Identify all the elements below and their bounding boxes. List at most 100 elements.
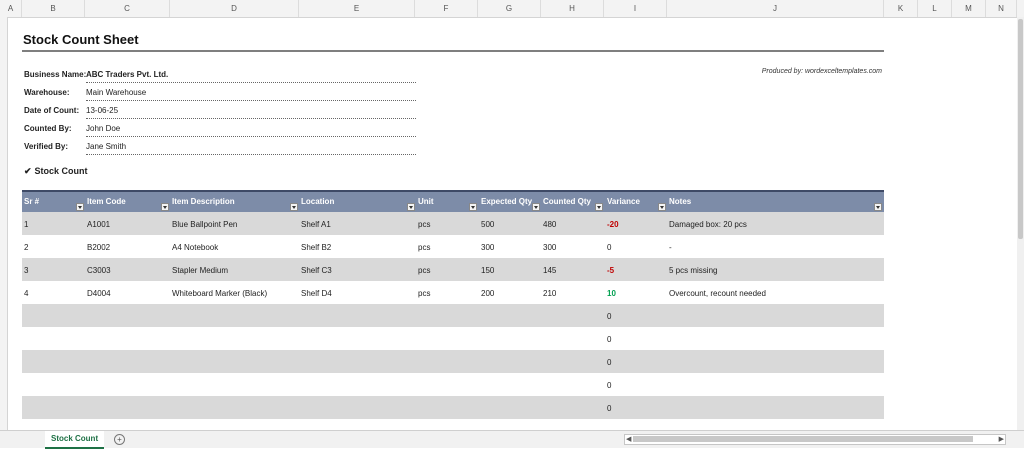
cell-variance[interactable]: 0 bbox=[607, 381, 611, 390]
cell-expected-qty[interactable]: 150 bbox=[481, 266, 494, 275]
cell-location[interactable]: Shelf A1 bbox=[301, 220, 331, 229]
table-row[interactable]: 0 bbox=[22, 350, 884, 373]
info-value-business-name[interactable]: ABC Traders Pvt. Ltd. bbox=[86, 66, 416, 83]
cell-variance[interactable]: -20 bbox=[607, 220, 619, 229]
cell-variance[interactable]: 0 bbox=[607, 404, 611, 413]
header-counted-qty: Counted Qty bbox=[543, 197, 591, 206]
table-row[interactable]: 0 bbox=[22, 304, 884, 327]
info-row-business-name: Business Name: ABC Traders Pvt. Ltd. bbox=[24, 66, 416, 83]
cell-item-code[interactable]: B2002 bbox=[87, 243, 110, 252]
column-header-e[interactable]: E bbox=[299, 0, 415, 17]
cell-unit[interactable]: pcs bbox=[418, 289, 430, 298]
filter-dropdown-icon[interactable] bbox=[469, 203, 477, 211]
cell-item-code[interactable]: D4004 bbox=[87, 289, 111, 298]
cell-notes[interactable]: - bbox=[669, 243, 672, 252]
table-row[interactable]: 0 bbox=[22, 396, 884, 419]
column-header-a[interactable]: A bbox=[0, 0, 22, 17]
page-title: Stock Count Sheet bbox=[23, 32, 139, 47]
column-header-b[interactable]: B bbox=[22, 0, 85, 17]
info-row-verified-by: Verified By: Jane Smith bbox=[24, 138, 416, 155]
filter-dropdown-icon[interactable] bbox=[161, 203, 169, 211]
info-label: Date of Count: bbox=[24, 106, 80, 115]
cell-counted-qty[interactable]: 145 bbox=[543, 266, 556, 275]
add-sheet-icon[interactable]: + bbox=[114, 434, 125, 445]
cell-unit[interactable]: pcs bbox=[418, 220, 430, 229]
cell-counted-qty[interactable]: 480 bbox=[543, 220, 556, 229]
horizontal-scrollbar[interactable]: ◀ ▶ bbox=[624, 434, 1006, 445]
table-row[interactable]: 3 C3003 Stapler Medium Shelf C3 pcs 150 … bbox=[22, 258, 884, 281]
cell-item-description[interactable]: Blue Ballpoint Pen bbox=[172, 220, 237, 229]
cell-sr[interactable]: 4 bbox=[24, 289, 28, 298]
checkmark-icon: ✔ bbox=[24, 166, 32, 176]
cell-counted-qty[interactable]: 300 bbox=[543, 243, 556, 252]
cell-variance[interactable]: -5 bbox=[607, 266, 614, 275]
cell-expected-qty[interactable]: 200 bbox=[481, 289, 494, 298]
column-header-f[interactable]: F bbox=[415, 0, 478, 17]
header-item-description: Item Description bbox=[172, 197, 235, 206]
header-location: Location bbox=[301, 197, 335, 206]
column-header-c[interactable]: C bbox=[85, 0, 170, 17]
cell-variance[interactable]: 0 bbox=[607, 312, 611, 321]
info-value-verified-by[interactable]: Jane Smith bbox=[86, 138, 416, 155]
column-header-j[interactable]: J bbox=[667, 0, 884, 17]
filter-dropdown-icon[interactable] bbox=[532, 203, 540, 211]
vertical-scroll-thumb[interactable] bbox=[1018, 19, 1023, 239]
cell-sr[interactable]: 2 bbox=[24, 243, 28, 252]
cell-item-description[interactable]: Whiteboard Marker (Black) bbox=[172, 289, 267, 298]
column-header-l[interactable]: L bbox=[918, 0, 952, 17]
column-header-i[interactable]: I bbox=[604, 0, 667, 17]
cell-expected-qty[interactable]: 500 bbox=[481, 220, 494, 229]
info-value-date-of-count[interactable]: 13-06-25 bbox=[86, 102, 416, 119]
cell-notes[interactable]: Overcount, recount needed bbox=[669, 289, 766, 298]
vertical-scrollbar[interactable] bbox=[1017, 17, 1024, 430]
table-row[interactable]: 0 bbox=[22, 373, 884, 396]
sheet-tab-stock-count[interactable]: Stock Count bbox=[45, 431, 105, 449]
filter-dropdown-icon[interactable] bbox=[658, 203, 666, 211]
cell-sr[interactable]: 3 bbox=[24, 266, 28, 275]
filter-dropdown-icon[interactable] bbox=[290, 203, 298, 211]
cell-item-code[interactable]: A1001 bbox=[87, 220, 110, 229]
filter-dropdown-icon[interactable] bbox=[407, 203, 415, 211]
scroll-left-icon[interactable]: ◀ bbox=[626, 435, 631, 443]
table-row[interactable]: 1 A1001 Blue Ballpoint Pen Shelf A1 pcs … bbox=[22, 212, 884, 235]
cell-notes[interactable]: Damaged box: 20 pcs bbox=[669, 220, 747, 229]
cell-variance[interactable]: 0 bbox=[607, 358, 611, 367]
column-header-k[interactable]: K bbox=[884, 0, 918, 17]
filter-dropdown-icon[interactable] bbox=[595, 203, 603, 211]
cell-item-code[interactable]: C3003 bbox=[87, 266, 111, 275]
info-value-counted-by[interactable]: John Doe bbox=[86, 120, 416, 137]
cell-location[interactable]: Shelf B2 bbox=[301, 243, 331, 252]
column-header-n[interactable]: N bbox=[986, 0, 1017, 17]
cell-location[interactable]: Shelf C3 bbox=[301, 266, 332, 275]
column-header-m[interactable]: M bbox=[952, 0, 986, 17]
info-row-warehouse: Warehouse: Main Warehouse bbox=[24, 84, 416, 101]
header-variance: Variance bbox=[607, 197, 640, 206]
table-row[interactable]: 2 B2002 A4 Notebook Shelf B2 pcs 300 300… bbox=[22, 235, 884, 258]
column-header-g[interactable]: G bbox=[478, 0, 541, 17]
cell-unit[interactable]: pcs bbox=[418, 243, 430, 252]
header-notes: Notes bbox=[669, 197, 692, 206]
cell-item-description[interactable]: Stapler Medium bbox=[172, 266, 228, 275]
cell-item-description[interactable]: A4 Notebook bbox=[172, 243, 218, 252]
table-row[interactable]: 4 D4004 Whiteboard Marker (Black) Shelf … bbox=[22, 281, 884, 304]
column-header-h[interactable]: H bbox=[541, 0, 604, 17]
cell-variance[interactable]: 10 bbox=[607, 289, 616, 298]
cell-variance[interactable]: 0 bbox=[607, 243, 611, 252]
info-label: Counted By: bbox=[24, 124, 72, 133]
table-header: Sr # Item Code Item Description Location… bbox=[22, 190, 884, 212]
cell-expected-qty[interactable]: 300 bbox=[481, 243, 494, 252]
table-row[interactable]: 0 bbox=[22, 327, 884, 350]
info-value-warehouse[interactable]: Main Warehouse bbox=[86, 84, 416, 101]
cell-notes[interactable]: 5 pcs missing bbox=[669, 266, 717, 275]
cell-location[interactable]: Shelf D4 bbox=[301, 289, 332, 298]
cell-sr[interactable]: 1 bbox=[24, 220, 28, 229]
cell-unit[interactable]: pcs bbox=[418, 266, 430, 275]
horizontal-scroll-thumb[interactable] bbox=[633, 436, 973, 442]
filter-dropdown-icon[interactable] bbox=[874, 203, 882, 211]
filter-dropdown-icon[interactable] bbox=[76, 203, 84, 211]
cell-variance[interactable]: 0 bbox=[607, 335, 611, 344]
column-header-d[interactable]: D bbox=[170, 0, 299, 17]
scroll-right-icon[interactable]: ▶ bbox=[999, 435, 1004, 443]
cell-counted-qty[interactable]: 210 bbox=[543, 289, 556, 298]
info-label: Verified By: bbox=[24, 142, 69, 151]
